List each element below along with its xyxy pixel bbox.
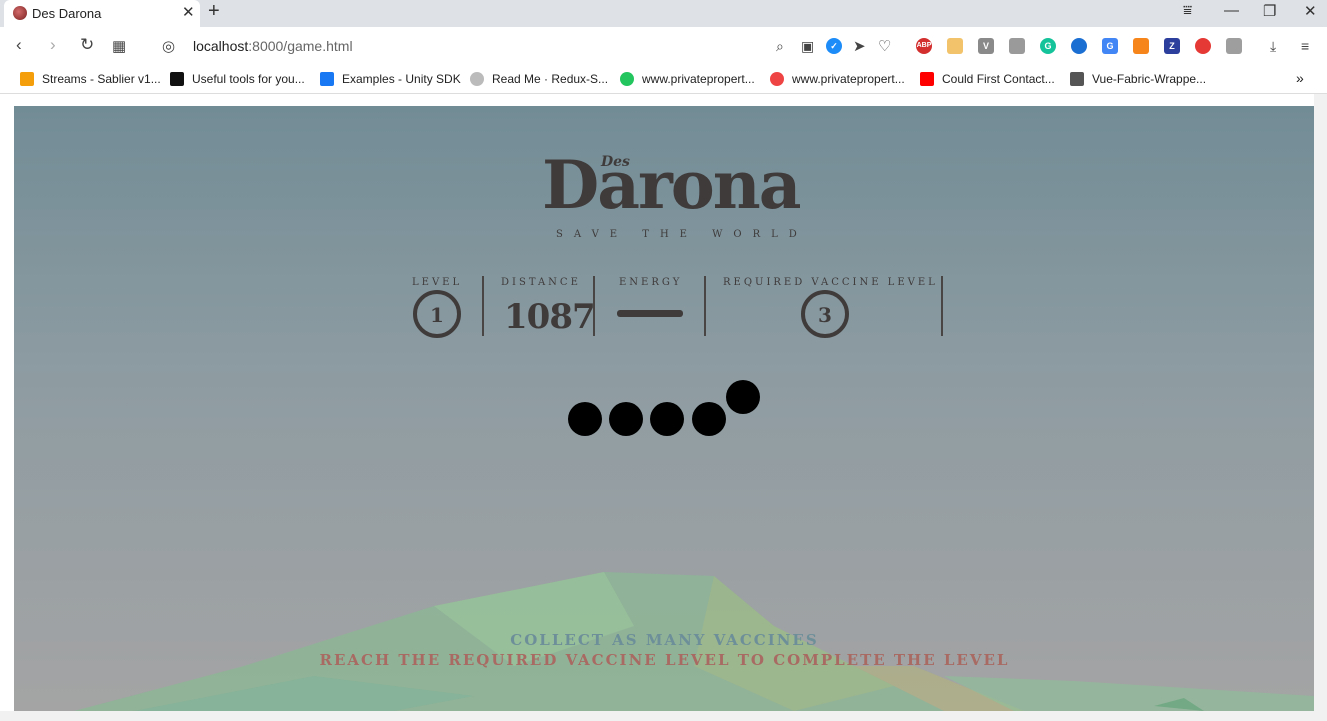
address-bar[interactable]: localhost:8000/game.html xyxy=(193,38,353,54)
page-search-icon[interactable] xyxy=(1009,38,1025,54)
stat-divider xyxy=(482,276,484,336)
z-extension-icon[interactable]: Z xyxy=(1164,38,1180,54)
heart-icon[interactable]: ♡ xyxy=(878,37,891,55)
new-tab-button[interactable]: + xyxy=(208,0,220,23)
virus-favicon-icon xyxy=(13,6,27,20)
player-body-segment xyxy=(692,402,726,436)
logo-subtitle: SAVE THE WORLD xyxy=(556,229,808,240)
tab-title: Des Darona xyxy=(32,6,102,21)
speed-dial-icon[interactable]: ▦ xyxy=(112,37,126,55)
energy-label: ENERGY xyxy=(619,277,683,288)
bookmark-label: Vue-Fabric-Wrappe... xyxy=(1092,72,1207,86)
metamask-icon[interactable] xyxy=(1133,38,1149,54)
bookmark-label: Streams - Sablier v1... xyxy=(42,72,161,86)
stat-divider xyxy=(593,276,595,336)
puzzle-icon[interactable] xyxy=(1226,38,1242,54)
reload-icon[interactable]: ↻ xyxy=(80,35,94,55)
close-tab-icon[interactable]: ✕ xyxy=(182,3,195,21)
privateproperty-alt-icon xyxy=(770,72,784,86)
adblock-icon[interactable]: ABP xyxy=(916,38,932,54)
facebook-icon xyxy=(320,72,334,86)
tab-des-darona[interactable]: Des Darona ✕ xyxy=(4,0,200,27)
distance-value: 1087 xyxy=(504,297,596,337)
vertical-scrollbar[interactable] xyxy=(1314,94,1327,721)
bookmark-item[interactable]: www.privatepropert... xyxy=(620,72,755,86)
bookmark-label: Useful tools for you... xyxy=(192,72,305,86)
sablier-icon xyxy=(20,72,34,86)
instruction-collect: COLLECT AS MANY VACCINES xyxy=(510,631,819,649)
level-ring: 1 xyxy=(413,290,461,338)
download-icon[interactable]: ⤓ xyxy=(1270,38,1276,55)
camera-icon[interactable]: ▣ xyxy=(801,38,814,55)
zoom-icon[interactable]: ⌕ xyxy=(776,38,784,55)
close-window-button[interactable]: ✕ xyxy=(1304,2,1317,20)
bookmark-item[interactable]: Could First Contact... xyxy=(920,72,1055,86)
url-path: :8000/game.html xyxy=(248,38,353,54)
cube-extension-icon[interactable] xyxy=(947,38,963,54)
send-icon[interactable]: ➤ xyxy=(853,37,866,55)
privateproperty-icon xyxy=(620,72,634,86)
energy-bar xyxy=(617,310,683,317)
page-viewport: Des Darona SAVE THE WORLD LEVEL 1 DISTAN… xyxy=(0,94,1327,721)
more-bookmarks-icon[interactable]: » xyxy=(1296,70,1304,86)
tab-search-icon[interactable]: ⩸ xyxy=(1183,2,1192,19)
bookmark-label: www.privatepropert... xyxy=(642,72,755,86)
tab-strip: Des Darona ✕ + ⩸ — ❐ ✕ xyxy=(0,0,1327,27)
player-body-segment xyxy=(609,402,643,436)
stop-hand-icon[interactable] xyxy=(1195,38,1211,54)
instruction-reach-level: REACH THE REQUIRED VACCINE LEVEL TO COMP… xyxy=(319,651,1010,669)
navigation-bar: ‹ › ↻ ▦ ◎ localhost:8000/game.html ⌕ ▣ ✓… xyxy=(0,27,1327,67)
player-body-segment xyxy=(650,402,684,436)
youtube-icon xyxy=(920,72,934,86)
bookmark-item[interactable]: Examples - Unity SDK xyxy=(320,72,461,86)
globe-icon: ◎ xyxy=(162,38,176,55)
back-icon[interactable]: ‹ xyxy=(16,35,22,55)
bookmark-label: www.privatepropert... xyxy=(792,72,905,86)
bookmark-item[interactable]: Vue-Fabric-Wrappe... xyxy=(1070,72,1206,86)
bookmark-label: Examples - Unity SDK xyxy=(342,72,461,86)
game-canvas[interactable]: Des Darona SAVE THE WORLD LEVEL 1 DISTAN… xyxy=(14,106,1315,711)
minimize-button[interactable]: — xyxy=(1224,2,1239,19)
required-vaccine-label: REQUIRED VACCINE LEVEL xyxy=(723,277,938,288)
bookmarks-bar: Streams - Sablier v1... Useful tools for… xyxy=(0,67,1327,94)
forward-icon[interactable]: › xyxy=(50,35,56,55)
level-label: LEVEL xyxy=(412,277,463,288)
bookmark-item[interactable]: www.privatepropert... xyxy=(770,72,905,86)
level-value: 1 xyxy=(430,303,444,327)
url-host: localhost xyxy=(193,38,249,54)
medium-icon xyxy=(170,72,184,86)
required-vaccine-ring: 3 xyxy=(801,290,849,338)
menu-icon[interactable]: ≡ xyxy=(1301,38,1309,54)
required-vaccine-value: 3 xyxy=(818,303,832,327)
bookmark-item[interactable]: Streams - Sablier v1... xyxy=(20,72,161,86)
file-icon xyxy=(1070,72,1084,86)
bookmark-item[interactable]: Read Me · Redux-S... xyxy=(470,72,608,86)
stat-divider xyxy=(704,276,706,336)
translate-icon[interactable]: G xyxy=(1102,38,1118,54)
redux-icon xyxy=(470,72,484,86)
horizontal-scrollbar[interactable] xyxy=(0,711,1314,721)
player-body-segment xyxy=(568,402,602,436)
vee-extension-icon[interactable]: V xyxy=(978,38,994,54)
player-head xyxy=(726,380,760,414)
bookmark-label: Read Me · Redux-S... xyxy=(492,72,609,86)
compass-icon[interactable] xyxy=(1071,38,1087,54)
grammarly-icon[interactable]: G xyxy=(1040,38,1056,54)
shield-check-icon[interactable]: ✓ xyxy=(826,38,842,54)
distance-label: DISTANCE xyxy=(501,277,581,288)
restore-button[interactable]: ❐ xyxy=(1263,2,1276,20)
stat-divider xyxy=(941,276,943,336)
bookmark-label: Could First Contact... xyxy=(942,72,1055,86)
bookmark-item[interactable]: Useful tools for you... xyxy=(170,72,305,86)
logo-title: Darona xyxy=(542,146,802,224)
